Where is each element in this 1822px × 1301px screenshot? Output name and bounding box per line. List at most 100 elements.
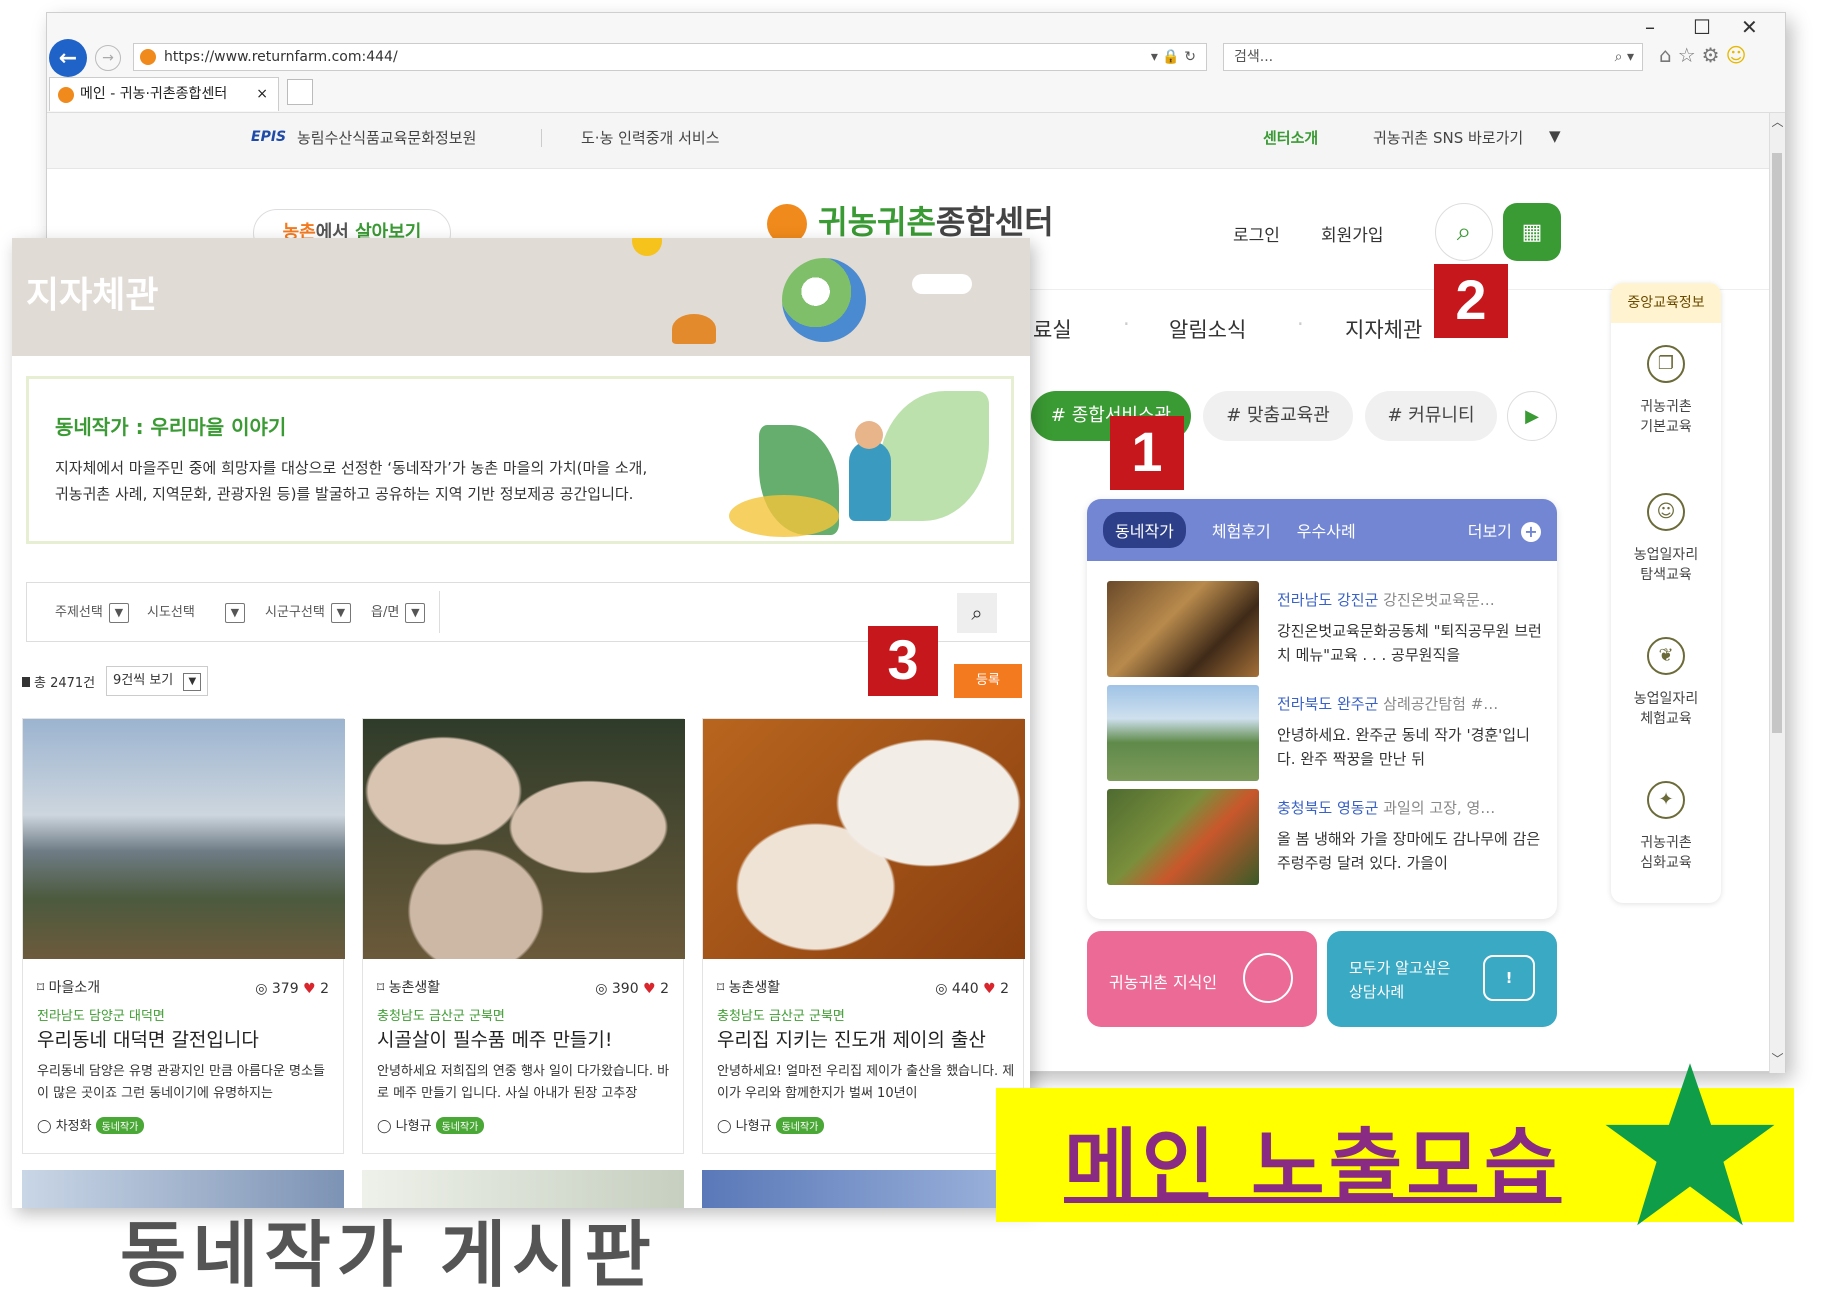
- card-tag-text: 농촌생활: [728, 980, 781, 996]
- scroll-thumb[interactable]: [1772, 153, 1782, 733]
- card-image: [703, 719, 1025, 959]
- tab-close-icon[interactable]: ×: [256, 78, 268, 110]
- news-item[interactable]: 전라북도 완주군 삼례공간탐험 #… 안녕하세요. 완주군 동네 작가 '경훈'…: [1107, 685, 1547, 781]
- news-tabs: 동네작가 체험후기 우수사례 더보기 +: [1087, 499, 1557, 561]
- page-scrollbar[interactable]: ︿ ﹀: [1769, 113, 1785, 1073]
- lock-refresh-icon[interactable]: ▾ 🔒 ↻: [1151, 44, 1196, 70]
- star-icon[interactable]: ☆: [1678, 43, 1702, 67]
- post-card[interactable]: ⌑ 농촌생활 ◎ 440 ♥ 2 충청남도 금산군 군북면 우리집 지키는 진도…: [702, 718, 1025, 1154]
- per-page-select[interactable]: 9건씩 보기 ▼: [106, 666, 209, 696]
- card-author: ◯ 나형규 동네작가: [717, 1115, 825, 1134]
- nav-item-news[interactable]: 알림소식: [1169, 314, 1246, 344]
- intro-line-2: 귀농귀촌 사례, 지역문화, 관광자원 등)를 발굴하고 공유하는 지역 기반 …: [55, 485, 634, 503]
- filter-search-button[interactable]: ⌕: [957, 593, 997, 633]
- town-select[interactable]: 읍/면 ▼: [371, 601, 426, 625]
- search-icon[interactable]: ⌕ ▾: [1615, 44, 1634, 70]
- quick-item-basic[interactable]: ❐ 귀농귀촌 기본교육: [1611, 345, 1721, 437]
- forward-button[interactable]: →: [95, 45, 121, 71]
- counsel-banner[interactable]: 모두가 알고싶은 상담사례 !: [1327, 931, 1557, 1027]
- card-desc: 안녕하세요 저희집의 연중 행사 일이 다가왔습니다. 바로 메주 만들기 입니…: [377, 1064, 670, 1101]
- news-item[interactable]: 전라남도 강진군 강진온벗교육문… 강진온벗교육문화공동체 "퇴직공무원 브런치…: [1107, 581, 1547, 677]
- tab-best[interactable]: 우수사례: [1297, 518, 1356, 542]
- browser-tab[interactable]: 메인 - 귀농·귀촌종합센터 ×: [49, 77, 279, 111]
- quick-label-3a: 농업일자리: [1633, 691, 1699, 707]
- card-tag: ⌑ 농촌생활: [717, 977, 780, 997]
- quick-item-advanced[interactable]: ✦ 귀농귀촌 심화교육: [1611, 781, 1721, 873]
- join-link[interactable]: 회원가입: [1321, 221, 1384, 246]
- epis-logo[interactable]: EPIS: [251, 129, 286, 145]
- quick-menu-title: 중앙교육정보: [1611, 283, 1721, 323]
- play-icon: ▶: [1525, 405, 1539, 427]
- browser-search-input[interactable]: 검색... ⌕ ▾: [1223, 43, 1643, 71]
- tab-writer[interactable]: 동네작가: [1103, 512, 1186, 548]
- chevron-down-icon: ▼: [183, 673, 202, 691]
- quick-label-3b: 체험교육: [1640, 711, 1692, 727]
- chevron-down-icon: ▼: [330, 602, 351, 623]
- province-select[interactable]: 시도선택 ▼: [147, 601, 245, 625]
- squirrel-illustration: [672, 314, 716, 344]
- banner-title: 지자체관: [26, 275, 159, 316]
- hash-community-button[interactable]: # 커뮤니티: [1365, 391, 1497, 441]
- all-menu-button[interactable]: ▦: [1503, 203, 1561, 261]
- user-icon: ◯: [377, 1119, 396, 1134]
- login-link[interactable]: 로그인: [1233, 221, 1280, 246]
- card-tag: ⌑ 농촌생활: [377, 977, 440, 997]
- quick-item-explore[interactable]: ☺ 농업일자리 탐색교육: [1611, 493, 1721, 585]
- hash-next-button[interactable]: ▶: [1507, 391, 1557, 441]
- nav-item-data[interactable]: 료실: [1033, 314, 1072, 344]
- writer-badge: 동네작가: [435, 1117, 485, 1134]
- news-item[interactable]: 충청북도 영동군 과일의 고장, 영… 올 봄 냉해와 가을 장마에도 감나무에…: [1107, 789, 1547, 885]
- knowledge-banner[interactable]: 귀농귀촌 지식인: [1087, 931, 1317, 1027]
- news-more-label: 더보기: [1467, 522, 1512, 541]
- news-region: 전라남도 강진군 강진온벗교육문…: [1277, 589, 1495, 610]
- topic-select[interactable]: 주제선택 ▼: [55, 601, 129, 625]
- close-window-button[interactable]: ✕: [1741, 15, 1758, 39]
- center-intro-link[interactable]: 센터소개: [1263, 127, 1318, 148]
- user-icon: ◯: [37, 1119, 56, 1134]
- scroll-up-icon[interactable]: ︿: [1770, 113, 1785, 133]
- writer-badge: 동네작가: [775, 1117, 825, 1134]
- town-select-label: 읍/면: [371, 605, 400, 620]
- sns-link[interactable]: 귀농귀촌 SNS 바로가기: [1373, 127, 1523, 148]
- sun-icon: [632, 238, 662, 256]
- quick-item-experience[interactable]: ❦ 농업일자리 체험교육: [1611, 637, 1721, 729]
- news-more-link[interactable]: 더보기 +: [1468, 518, 1541, 542]
- back-button[interactable]: ←: [49, 39, 87, 77]
- heart-icon: ♥: [303, 981, 316, 997]
- hash-education-button[interactable]: # 맞춤교육관: [1203, 391, 1353, 441]
- maximize-button[interactable]: ☐: [1693, 15, 1711, 39]
- minimize-button[interactable]: –: [1645, 15, 1655, 39]
- card-title: 우리동네 대덕면 갈전입니다: [37, 1029, 259, 1051]
- news-region-text: 충청북도 영동군: [1277, 799, 1379, 817]
- city-select[interactable]: 시군구선택 ▼: [265, 601, 351, 625]
- matching-link[interactable]: 도·농 인력중개 서비스: [581, 127, 720, 148]
- star-icon: [1605, 1063, 1775, 1226]
- register-button[interactable]: 등록: [954, 664, 1022, 698]
- epis-link[interactable]: 농림수산식품교육문화정보원: [297, 127, 476, 148]
- nav-item-local[interactable]: 지자체관: [1345, 314, 1422, 344]
- post-card[interactable]: ⌑ 농촌생활 ◎ 390 ♥ 2 충청남도 금산군 군북면 시골살이 필수품 메…: [362, 718, 685, 1154]
- chevron-down-icon[interactable]: ▼: [1549, 127, 1561, 145]
- post-card[interactable]: ⌑ 마을소개 ◎ 379 ♥ 2 전라남도 담양군 대덕면 우리동네 대덕면 갈…: [22, 718, 345, 1154]
- new-tab-button[interactable]: [287, 79, 313, 105]
- news-sub-text: 삼례공간탐험 #…: [1383, 695, 1499, 713]
- url-input[interactable]: https://www.returnfarm.com:444/ ▾ 🔒 ↻: [133, 43, 1207, 71]
- register-label: 등록: [976, 673, 1000, 688]
- site-search-button[interactable]: ⌕: [1435, 203, 1493, 261]
- card-title: 시골살이 필수품 메주 만들기!: [377, 1029, 613, 1051]
- news-region: 충청북도 영동군 과일의 고장, 영…: [1277, 797, 1495, 818]
- gear-icon[interactable]: ⚙: [1702, 43, 1726, 67]
- leaf-shape: [729, 495, 839, 537]
- counsel-label-1: 모두가 알고싶은: [1349, 959, 1451, 977]
- tab-review[interactable]: 체험후기: [1212, 518, 1271, 542]
- site-logo[interactable]: 귀농귀촌종합센터: [767, 197, 1054, 244]
- speech-bubble-icon: !: [1483, 955, 1535, 1001]
- browser-search-placeholder: 검색...: [1234, 49, 1274, 65]
- magnifier-icon: ⌕: [971, 601, 983, 625]
- card-stats: ◎ 440 ♥ 2: [935, 981, 1009, 997]
- intro-title: 동네작가 : 우리마을 이야기: [55, 415, 287, 439]
- hash-community-label: # 커뮤니티: [1387, 405, 1475, 426]
- home-icon[interactable]: ⌂: [1659, 43, 1678, 67]
- smiley-icon[interactable]: ☺: [1726, 43, 1753, 67]
- card-likes: 2: [1000, 981, 1009, 997]
